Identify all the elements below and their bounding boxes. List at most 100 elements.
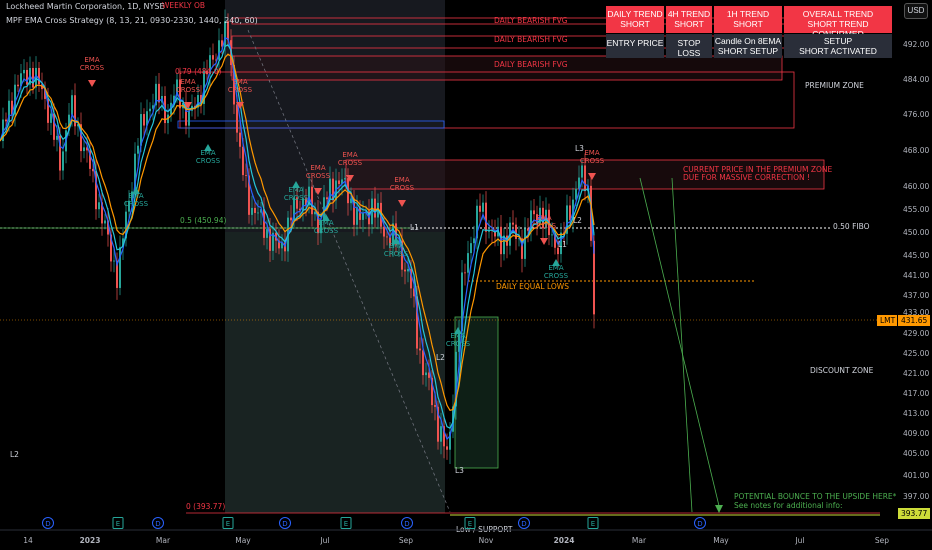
event-letter: D [45, 520, 50, 528]
indicator-label: MPF EMA Cross Strategy (8, 13, 21, 0930-… [6, 16, 258, 25]
ema-cross-label: EMA [318, 219, 333, 227]
candle [155, 75, 157, 111]
candle-body [56, 135, 58, 140]
annotation-label: PREMIUM ZONE [805, 81, 864, 90]
event-marker: E [340, 517, 352, 529]
annotation-label: L2 [436, 353, 445, 362]
ema-cross-label: EMA [394, 176, 409, 184]
x-tick-label: May [713, 536, 729, 545]
currency-button[interactable]: USD [904, 3, 928, 19]
ema-cross-label: EMA [200, 149, 215, 157]
ema-cross-label: EMA [536, 214, 551, 222]
candle-body [581, 165, 583, 178]
x-tick-label: Sep [399, 536, 413, 545]
event-marker: D [152, 517, 164, 529]
event-marker: E [112, 517, 124, 529]
ema-cross-label: CROSS [80, 64, 105, 72]
ema-cross-label: EMA [84, 56, 99, 64]
event-letter: E [116, 520, 120, 528]
x-tick-label: May [235, 536, 251, 545]
candle-body [551, 234, 553, 236]
y-tick-label: 425.00 [903, 349, 929, 358]
candle [566, 194, 568, 245]
entry-price-cell: ENTRY PRICE [606, 34, 664, 58]
candle-body [419, 348, 421, 351]
ema-cross-label: CROSS [196, 157, 221, 165]
y-tick-label: 460.00 [903, 182, 929, 191]
annotation-label: DAILY EQUAL LOWS [496, 282, 569, 291]
ema-cross-label: CROSS [390, 184, 415, 192]
ema-cross-label: EMA [548, 264, 563, 272]
support-price-label: 393.77 [901, 509, 927, 518]
candle [521, 229, 523, 273]
ema-cross-marker: EMACROSS [80, 56, 105, 87]
candle [212, 43, 214, 68]
candle-body [482, 202, 484, 212]
candle-body [290, 217, 292, 221]
ticker-symbol: LMT [880, 316, 896, 325]
event-marker: D [42, 517, 54, 529]
candle-body [383, 226, 385, 237]
y-tick-label: 429.00 [903, 329, 929, 338]
y-tick-label: 468.00 [903, 146, 929, 155]
candle-body [470, 243, 472, 254]
x-tick-label: Jul [794, 536, 804, 545]
candle-body [62, 151, 64, 171]
candle-body [326, 197, 328, 200]
x-tick-label: Jul [319, 536, 329, 545]
annotation-label: POTENTIAL BOUNCE TO THE UPSIDE HERE* [734, 492, 897, 501]
annotation-label: WEEKLY OB [162, 1, 205, 10]
candle-body [386, 236, 388, 238]
y-tick-label: 441.00 [903, 271, 929, 280]
candle-body [212, 55, 214, 60]
candle-body [467, 253, 469, 273]
candle-body [485, 202, 487, 232]
ema-cross-label: EMA [288, 186, 303, 194]
y-tick-label: 476.00 [903, 110, 929, 119]
candle [530, 200, 532, 242]
candle-body [407, 269, 409, 272]
candle-body [266, 229, 268, 238]
candle-body [245, 175, 247, 176]
4h-trend-cell: 4H TREND SHORT [666, 6, 712, 33]
annotation-label: DAILY BEARISH FVG [494, 16, 568, 25]
candle-body [464, 272, 466, 274]
ema-cross-label: CROSS [532, 222, 557, 230]
ema-cross-label: CROSS [124, 200, 149, 208]
candle-body [251, 207, 253, 215]
event-letter: D [282, 520, 287, 528]
candle-body [473, 238, 475, 244]
ema-cross-label: EMA [388, 242, 403, 250]
event-letter: D [155, 520, 160, 528]
ema-cross-label: EMA [232, 78, 247, 86]
event-marker: E [222, 517, 234, 529]
candle-body [524, 228, 526, 259]
price-chart[interactable]: WEEKLY OB DAILY BEARISH FVG DAILY BEARISH … [0, 0, 932, 550]
candle-body [311, 186, 313, 215]
x-tick-label: 14 [23, 536, 33, 545]
event-letter: D [697, 520, 702, 528]
ema-cross-label: EMA [450, 332, 465, 340]
candle-body [422, 350, 424, 376]
chart-title: Lockheed Martin Corporation, 1D, NYSE [6, 2, 165, 11]
ema-cross-label: CROSS [338, 159, 363, 167]
annotation-label: 0.5 (450.94) [180, 216, 226, 225]
candle-body [236, 104, 238, 133]
candle-body [479, 205, 481, 212]
candle [17, 74, 19, 92]
candle [98, 193, 100, 218]
ema-cross-label: CROSS [384, 250, 409, 258]
candle-body [434, 405, 436, 407]
candle-body [17, 84, 19, 87]
setup-status-cell: SETUP SHORT ACTIVATED [784, 34, 892, 58]
ema-cross-label: CROSS [446, 340, 471, 348]
annotation-label: DAILY BEARISH FVG [494, 35, 568, 44]
candle-body [356, 207, 358, 225]
candle [503, 228, 505, 261]
annotation-label: DISCOUNT ZONE [810, 366, 874, 375]
overall-trend-cell: OVERALL TRENDSHORT TREND CONFIRMED [784, 6, 892, 39]
candle-body [104, 220, 106, 224]
candle-body [512, 222, 514, 225]
candle [104, 213, 106, 230]
candle [26, 62, 28, 95]
